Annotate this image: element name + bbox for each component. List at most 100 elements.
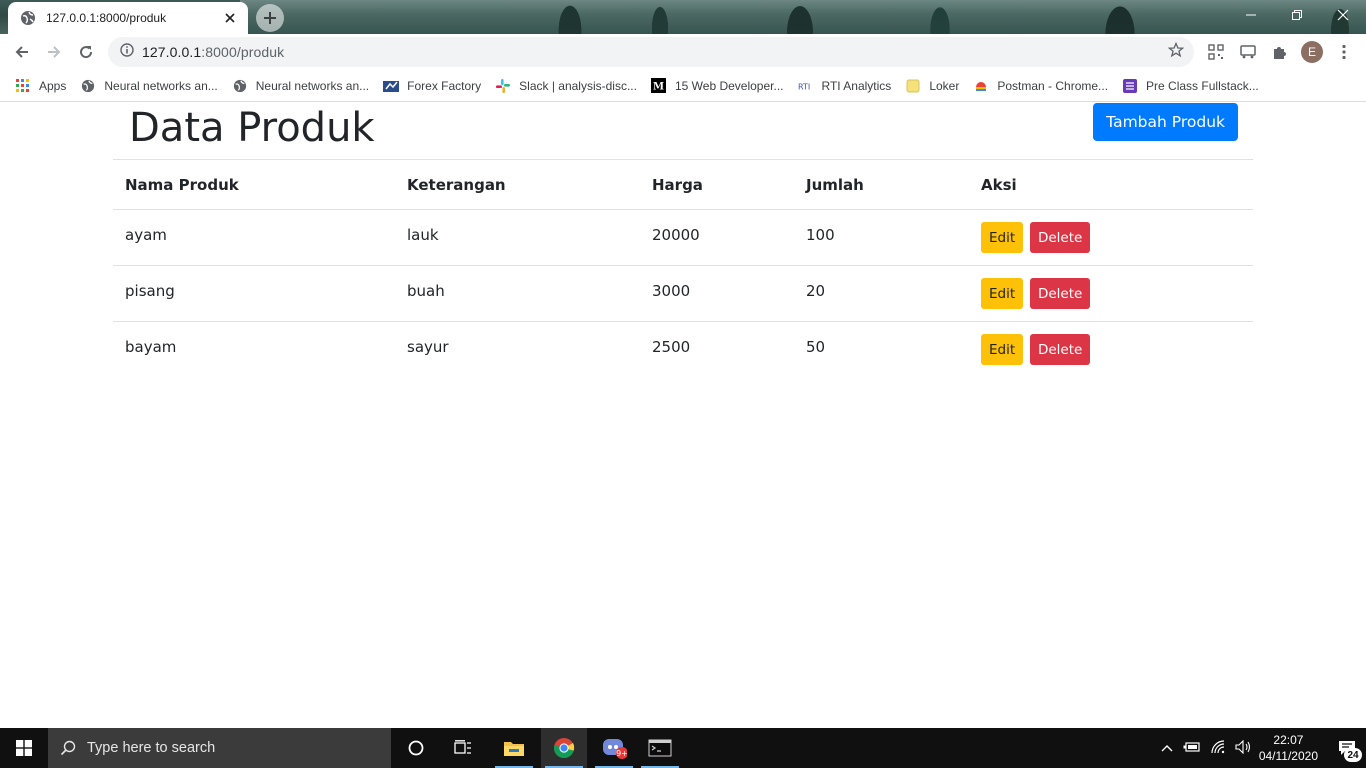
start-button[interactable] xyxy=(0,728,48,768)
cell-nama: bayam xyxy=(113,321,395,378)
extensions-puzzle-icon[interactable] xyxy=(1264,36,1296,68)
column-header-keterangan: Keterangan xyxy=(395,159,640,210)
qr-code-icon[interactable] xyxy=(1200,36,1232,68)
terminal-icon xyxy=(648,739,672,757)
table-row: pisang buah 3000 20 Edit Delete xyxy=(113,265,1253,322)
edit-button[interactable]: Edit xyxy=(981,222,1024,253)
bookmarks-bar: Apps Neural networks an... Neural networ… xyxy=(0,70,1366,102)
folder-icon xyxy=(905,78,921,94)
bookmark-postman[interactable]: Postman - Chrome... xyxy=(966,72,1115,100)
page-title: Data Produk xyxy=(129,105,375,151)
delete-button[interactable]: Delete xyxy=(1029,278,1091,309)
apps-grid-icon xyxy=(15,78,31,94)
chrome-icon xyxy=(553,738,575,759)
bookmark-label: 15 Web Developer... xyxy=(674,78,784,93)
cell-keterangan: lauk xyxy=(395,209,640,266)
bookmark-label: Pre Class Fullstack... xyxy=(1146,78,1259,93)
address-bar[interactable]: 127.0.0.1:8000/produk xyxy=(108,37,1194,67)
browser-toolbar: 127.0.0.1:8000/produk E xyxy=(0,34,1366,70)
cell-harga: 20000 xyxy=(640,209,794,266)
volume-icon[interactable] xyxy=(1235,739,1253,757)
postman-icon xyxy=(973,78,989,94)
cell-jumlah: 20 xyxy=(794,265,969,322)
search-icon xyxy=(60,740,76,756)
discord-icon: 9+ xyxy=(603,739,627,759)
cell-aksi: Edit Delete xyxy=(969,265,1253,322)
restore-icon[interactable] xyxy=(1274,0,1320,30)
column-header-harga: Harga xyxy=(640,159,794,210)
bookmark-label: RTI Analytics xyxy=(821,78,892,93)
close-tab-icon[interactable] xyxy=(222,10,238,26)
delete-button[interactable]: Delete xyxy=(1029,222,1091,253)
back-button[interactable] xyxy=(6,36,38,68)
reload-button[interactable] xyxy=(70,36,102,68)
bookmark-pre-class[interactable]: Pre Class Fullstack... xyxy=(1115,72,1266,100)
bookmark-loker[interactable]: Loker xyxy=(898,72,966,100)
table-header-row: Nama Produk Keterangan Harga Jumlah Aksi xyxy=(113,159,1253,210)
cortana-circle-icon xyxy=(408,740,424,756)
info-icon[interactable] xyxy=(120,42,134,62)
notification-count-badge: 24 xyxy=(1344,748,1362,762)
browser-tab[interactable]: 127.0.0.1:8000/produk xyxy=(8,2,248,34)
wifi-icon[interactable] xyxy=(1211,739,1227,757)
column-header-aksi: Aksi xyxy=(969,159,1253,210)
bookmark-slack[interactable]: Slack | analysis-disc... xyxy=(488,72,644,100)
svg-text:M: M xyxy=(653,82,664,93)
cortana-button[interactable] xyxy=(393,728,439,768)
url-host: 127.0.0.1 xyxy=(142,44,202,60)
clock-time: 22:07 xyxy=(1273,733,1304,747)
task-view-button[interactable] xyxy=(440,728,486,768)
cell-harga: 2500 xyxy=(640,321,794,378)
system-clock[interactable]: 22:07 04/11/2020 xyxy=(1259,732,1318,764)
globe-icon xyxy=(80,78,96,94)
forward-button[interactable] xyxy=(38,36,70,68)
bookmark-web-developer[interactable]: M 15 Web Developer... xyxy=(644,72,791,100)
cell-aksi: Edit Delete xyxy=(969,321,1253,378)
column-header-jumlah: Jumlah xyxy=(794,159,969,210)
add-product-button[interactable]: Tambah Produk xyxy=(1093,103,1238,141)
chevron-up-icon[interactable] xyxy=(1161,741,1173,755)
table-row: bayam sayur 2500 50 Edit Delete xyxy=(113,321,1253,378)
minimize-icon[interactable] xyxy=(1228,0,1274,30)
task-view-icon xyxy=(454,740,471,754)
edit-button[interactable]: Edit xyxy=(981,334,1024,365)
rti-icon: RTI xyxy=(798,78,814,94)
url-text: 127.0.0.1:8000/produk xyxy=(142,44,1168,60)
chrome-menu-icon[interactable] xyxy=(1328,36,1360,68)
bookmark-label: Loker xyxy=(929,78,960,93)
battery-icon[interactable] xyxy=(1183,741,1201,756)
action-center-button[interactable]: 24 xyxy=(1328,728,1366,768)
page-content: Data Produk Tambah Produk Nama Produk Ke… xyxy=(0,103,1366,728)
svg-text:RTI: RTI xyxy=(798,82,810,91)
forex-factory-icon xyxy=(383,78,400,94)
taskbar-search-box[interactable]: Type here to search xyxy=(48,728,391,768)
cell-harga: 3000 xyxy=(640,265,794,322)
bookmark-apps[interactable]: Apps xyxy=(8,72,73,100)
bookmark-star-icon[interactable] xyxy=(1167,41,1185,63)
form-icon xyxy=(1122,78,1138,94)
profile-avatar[interactable]: E xyxy=(1296,36,1328,68)
medium-icon: M xyxy=(651,78,667,94)
bookmark-rti-analytics[interactable]: RTI RTI Analytics xyxy=(791,72,899,100)
bookmark-label: Apps xyxy=(39,78,67,93)
discord-taskbar-button[interactable]: 9+ xyxy=(591,728,637,768)
new-tab-button[interactable] xyxy=(256,4,284,32)
discord-badge: 9+ xyxy=(616,749,627,758)
chrome-taskbar-button[interactable] xyxy=(541,728,587,768)
close-window-icon[interactable] xyxy=(1320,0,1366,30)
tab-title: 127.0.0.1:8000/produk xyxy=(46,11,167,25)
bookmark-neural-networks-1[interactable]: Neural networks an... xyxy=(73,72,224,100)
bookmark-forex-factory[interactable]: Forex Factory xyxy=(376,72,488,100)
system-tray: 22:07 04/11/2020 24 xyxy=(1161,728,1366,768)
edit-button[interactable]: Edit xyxy=(981,278,1024,309)
cell-aksi: Edit Delete xyxy=(969,209,1253,266)
delete-button[interactable]: Delete xyxy=(1029,334,1091,365)
search-placeholder: Type here to search xyxy=(87,740,216,756)
cast-icon[interactable] xyxy=(1232,36,1264,68)
terminal-taskbar-button[interactable] xyxy=(637,728,683,768)
file-explorer-button[interactable] xyxy=(491,728,537,768)
bookmark-neural-networks-2[interactable]: Neural networks an... xyxy=(225,72,376,100)
cell-jumlah: 50 xyxy=(794,321,969,378)
file-explorer-icon xyxy=(504,742,524,756)
bookmark-label: Neural networks an... xyxy=(255,78,370,93)
